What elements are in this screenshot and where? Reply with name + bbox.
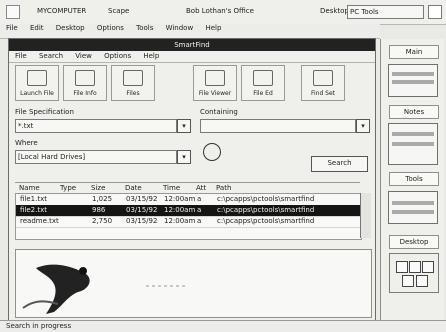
- viewer-icon: [205, 70, 225, 86]
- menu-desktop[interactable]: Desktop: [56, 24, 85, 32]
- mini-icon-bottom-left[interactable]: [402, 275, 414, 287]
- window-title: SmartFind: [9, 39, 375, 51]
- menu-help[interactable]: Help: [205, 24, 221, 32]
- mini-icon-bottom-right[interactable]: [416, 275, 428, 287]
- mini-icon-center[interactable]: [409, 261, 421, 273]
- containing-dropdown[interactable]: ▾: [356, 119, 370, 133]
- desktop-label: Desktop: [320, 7, 349, 15]
- file-spec-dropdown[interactable]: ▾: [177, 119, 191, 133]
- status-text: Search in progress: [6, 322, 72, 330]
- info-icon: [75, 70, 95, 86]
- preview-pane: [15, 249, 372, 318]
- edit-icon: [253, 70, 273, 86]
- right-sidebar: Main Notes Tools Desktop: [380, 39, 444, 324]
- menu-tools[interactable]: Tools: [136, 24, 153, 32]
- smartfind-window: SmartFind File Search View Options Help …: [8, 38, 376, 325]
- file-viewer-button[interactable]: File Viewer: [193, 65, 237, 101]
- launch-icon: [27, 70, 47, 86]
- find-set-button[interactable]: Find Set: [301, 65, 345, 101]
- where-input[interactable]: [Local Hard Drives]: [15, 150, 177, 164]
- desktop-mini-panel: [389, 253, 439, 293]
- globe-icon: [203, 143, 221, 161]
- mini-icon-left[interactable]: [396, 261, 408, 273]
- preview-illustration: [22, 264, 186, 314]
- window-menu-options[interactable]: Options: [104, 52, 131, 60]
- search-button[interactable]: Search: [311, 156, 368, 172]
- desktop-icon[interactable]: [6, 5, 20, 19]
- window-menubar: File Search View Options Help: [9, 51, 375, 63]
- workspace-label: Bob Lothan's Office: [186, 7, 254, 15]
- menu-file[interactable]: File: [6, 24, 18, 32]
- results-scrollbar[interactable]: [360, 193, 371, 238]
- files-icon: [123, 70, 143, 86]
- files-button[interactable]: Files: [111, 65, 155, 101]
- status-bar: Search in progress: [0, 320, 446, 332]
- where-dropdown[interactable]: ▾: [177, 150, 191, 164]
- thumbnail-notes[interactable]: [388, 123, 438, 165]
- mini-icon-right[interactable]: [422, 261, 434, 273]
- side-label-main: Main: [389, 45, 439, 59]
- menu-options[interactable]: Options: [97, 24, 124, 32]
- main-menubar: File Edit Desktop Options Tools Window H…: [0, 24, 380, 39]
- desktop-select[interactable]: PC Tools: [347, 5, 424, 19]
- results-list[interactable]: file1.txt 1,025 03/15/92 12:00am a c:\pc…: [15, 193, 362, 240]
- side-label-tools: Tools: [389, 172, 439, 186]
- where-label: Where: [15, 139, 38, 147]
- window-menu-view[interactable]: View: [75, 52, 92, 60]
- top-right-button[interactable]: [428, 5, 442, 19]
- menu-window[interactable]: Window: [166, 24, 194, 32]
- top-bar: MYCOMPUTER Scape Bob Lothan's Office Des…: [0, 0, 446, 25]
- window-menu-file[interactable]: File: [15, 52, 27, 60]
- top-left-label: MYCOMPUTER: [37, 7, 87, 15]
- thumbnail-main[interactable]: [388, 64, 438, 97]
- find-set-icon: [313, 70, 333, 86]
- file-spec-label: File Specification: [15, 108, 74, 116]
- file-ed-button[interactable]: File Ed: [241, 65, 285, 101]
- file-spec-input[interactable]: *.txt: [15, 119, 177, 133]
- thumbnail-tools[interactable]: [388, 191, 438, 224]
- menu-edit[interactable]: Edit: [30, 24, 44, 32]
- window-menu-search[interactable]: Search: [39, 52, 63, 60]
- containing-input[interactable]: [200, 119, 356, 133]
- file-info-button[interactable]: File Info: [63, 65, 107, 101]
- top-center-label: Scape: [108, 7, 130, 15]
- table-row[interactable]: readme.txt 2,750 03/15/92 12:00am a c:\p…: [16, 216, 361, 228]
- window-menu-help[interactable]: Help: [143, 52, 159, 60]
- desktop-value: PC Tools: [350, 8, 379, 16]
- side-label-notes: Notes: [389, 105, 439, 119]
- launch-file-button[interactable]: Launch File: [15, 65, 59, 101]
- side-label-desktop: Desktop: [389, 235, 439, 249]
- containing-label: Containing: [200, 108, 238, 116]
